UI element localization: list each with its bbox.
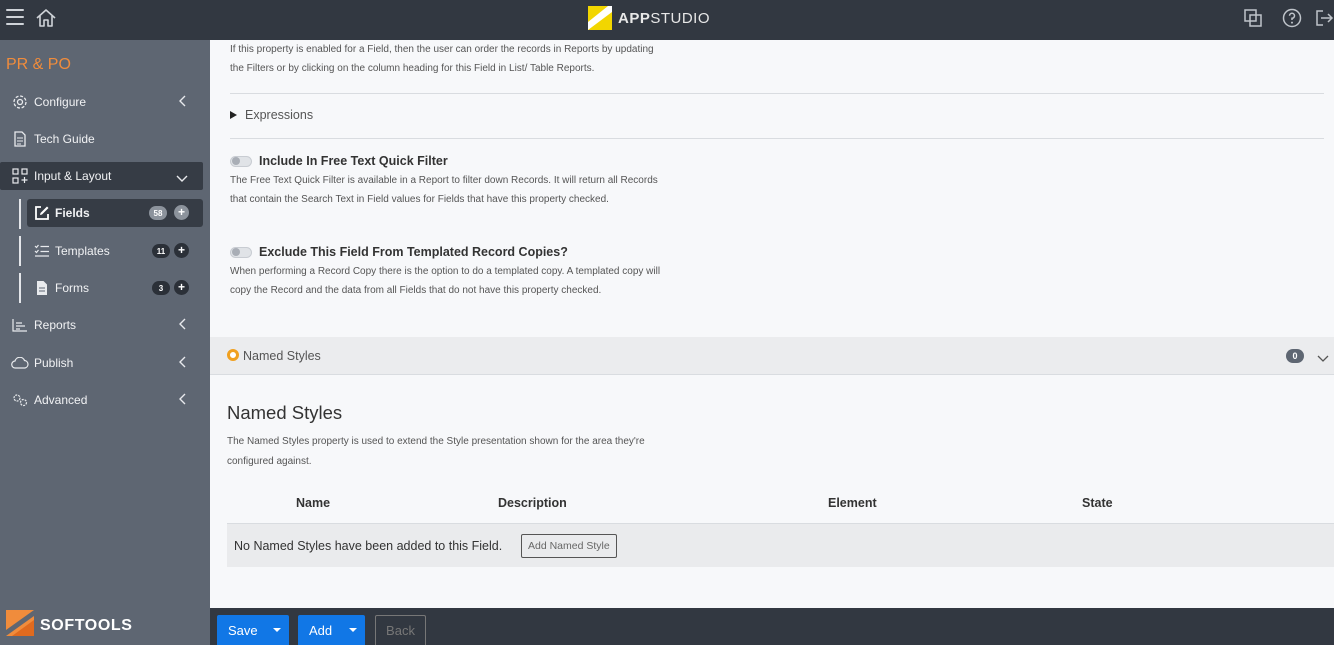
expressions-toggle[interactable]: Expressions (230, 108, 313, 122)
named-styles-description: The Named Styles property is used to ext… (227, 436, 645, 467)
sidebar-item-label: Publish (34, 356, 74, 370)
sub-nav-line (19, 273, 21, 303)
free-text-filter-toggle[interactable] (230, 155, 252, 167)
empty-message: No Named Styles have been added to this … (234, 539, 503, 553)
sidebar-item-label: Reports (34, 318, 77, 332)
edit-icon (33, 204, 51, 222)
softools-brand: SOFTOOLS (6, 610, 133, 641)
document-icon (10, 129, 30, 149)
home-icon[interactable] (35, 8, 57, 33)
add-form-plus-icon[interactable]: + (174, 280, 189, 295)
softools-text: SOFTOOLS (40, 616, 133, 634)
divider (230, 138, 1324, 139)
expressions-label: Expressions (245, 108, 314, 122)
sidebar-item-fields[interactable]: Fields 58 + (27, 199, 203, 227)
named-styles-section-label: Named Styles (243, 349, 321, 363)
menu-icon[interactable] (6, 9, 24, 25)
chevron-left-icon (179, 318, 187, 333)
fields-count-badge: 58 (149, 206, 167, 220)
appstudio-logo-icon (588, 6, 612, 30)
chart-icon (10, 315, 30, 335)
checklist-icon (33, 242, 51, 260)
sidebar-item-label: Fields (55, 206, 90, 220)
templates-count-badge: 11 (152, 244, 170, 258)
sidebar-item-label: Forms (55, 281, 89, 295)
free-text-filter-label: Include In Free Text Quick Filter (259, 154, 448, 168)
back-button[interactable]: Back (375, 615, 426, 645)
named-styles-count-badge: 0 (1286, 349, 1304, 363)
add-template-plus-icon[interactable]: + (174, 243, 189, 258)
logout-icon[interactable] (1314, 8, 1334, 33)
divider (230, 93, 1324, 94)
caret-down-icon[interactable] (273, 628, 281, 632)
column-header-state: State (1082, 496, 1113, 510)
sidebar-item-configure[interactable]: Configure (0, 88, 203, 116)
free-text-filter-description: The Free Text Quick Filter is available … (230, 175, 658, 205)
app-brand: APPSTUDIO (588, 6, 710, 30)
chevron-left-icon (179, 95, 187, 110)
app-title: PR & PO (6, 56, 71, 73)
sidebar-item-publish[interactable]: Publish (0, 349, 203, 377)
caret-right-icon (230, 111, 237, 119)
sidebar-item-forms[interactable]: Forms 3 + (27, 274, 203, 302)
column-header-name: Name (296, 496, 331, 510)
chevron-down-icon[interactable] (1317, 350, 1329, 368)
bottom-toolbar: Save Add Back (210, 608, 1334, 645)
gear-icon (10, 92, 30, 112)
sidebar: PR & PO Configure Tech Guide Input & Lay… (0, 40, 210, 645)
help-icon[interactable] (1282, 8, 1302, 33)
sidebar-item-templates[interactable]: Templates 11 + (27, 237, 203, 265)
layout-icon (10, 166, 30, 186)
file-icon (33, 279, 51, 297)
ordering-description: If this property is enabled for a Field,… (230, 44, 654, 74)
sidebar-item-reports[interactable]: Reports (0, 311, 203, 339)
sidebar-item-label: Configure (34, 95, 87, 109)
column-header-description: Description (498, 496, 567, 510)
sidebar-item-label: Input & Layout (34, 169, 112, 183)
chevron-left-icon (179, 356, 187, 371)
column-header-element: Element (828, 496, 877, 510)
main-content: If this property is enabled for a Field,… (210, 40, 1334, 608)
sidebar-item-label: Templates (55, 244, 110, 258)
named-styles-title: Named Styles (227, 402, 343, 423)
sidebar-item-advanced[interactable]: Advanced (0, 386, 203, 414)
sidebar-item-tech-guide[interactable]: Tech Guide (0, 125, 203, 153)
cloud-icon (10, 353, 30, 373)
copy-icon[interactable] (1243, 8, 1263, 33)
add-label: Add (309, 622, 333, 638)
softools-logo-icon (6, 610, 34, 641)
free-text-filter-row: Include In Free Text Quick Filter (230, 154, 448, 168)
exclude-copy-row: Exclude This Field From Templated Record… (230, 245, 568, 259)
named-styles-table-body: No Named Styles have been added to this … (227, 523, 1334, 567)
chevron-left-icon (179, 393, 187, 408)
brand-thin: STUDIO (650, 9, 711, 27)
cog-icon (227, 349, 239, 361)
sub-nav-line (19, 199, 21, 229)
sidebar-item-label: Advanced (34, 393, 88, 407)
save-label: Save (228, 622, 258, 638)
add-named-style-button[interactable]: Add Named Style (521, 534, 617, 558)
save-button[interactable]: Save (217, 615, 289, 645)
brand-bold: APP (618, 9, 651, 27)
chevron-down-icon (176, 172, 188, 186)
exclude-copy-label: Exclude This Field From Templated Record… (259, 245, 568, 259)
named-styles-section-header[interactable]: Named Styles 0 (210, 337, 1334, 375)
caret-down-icon[interactable] (349, 628, 357, 632)
gears-icon (10, 390, 30, 410)
exclude-copy-description: When performing a Record Copy there is t… (230, 266, 661, 296)
add-button[interactable]: Add (298, 615, 365, 645)
top-bar: APPSTUDIO (0, 0, 1334, 40)
sub-nav-line (19, 236, 21, 266)
exclude-copy-toggle[interactable] (230, 246, 252, 258)
add-field-plus-icon[interactable]: + (174, 205, 189, 220)
sidebar-item-input-layout[interactable]: Input & Layout (0, 162, 203, 190)
sidebar-item-label: Tech Guide (34, 132, 95, 146)
forms-count-badge: 3 (152, 281, 170, 295)
